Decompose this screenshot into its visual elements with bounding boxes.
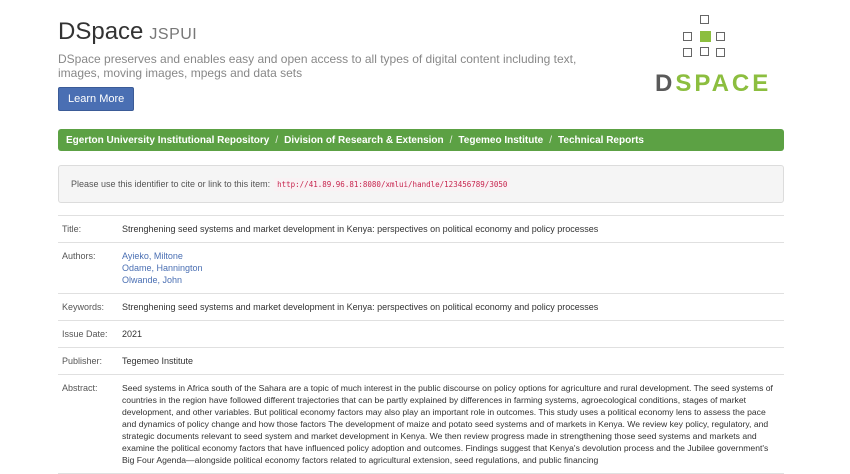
breadcrumb-separator: / [275, 134, 279, 146]
site-tagline: DSpace preserves and enables easy and op… [58, 52, 577, 80]
metadata-value: 2021 [122, 329, 143, 339]
breadcrumb: Egerton University Institutional Reposit… [58, 129, 784, 151]
logo-square-green-icon [700, 31, 711, 42]
site-title: DSpace JSPUI [58, 18, 618, 49]
metadata-row-publisher: Publisher: Tegemeo Institute [58, 348, 784, 375]
metadata-authors: Ayieko, Miltone Odame, Hannington Olwand… [122, 243, 784, 293]
metadata-value: Tegemeo Institute [122, 356, 194, 366]
site-title-text: DSpace [58, 18, 144, 45]
logo-square-icon [683, 32, 692, 41]
breadcrumb-item-repository[interactable]: Egerton University Institutional Reposit… [66, 135, 269, 146]
metadata-label: Issue Date: [62, 329, 108, 339]
cite-url[interactable]: http://41.89.96.81:8080/xmlui/handle/123… [274, 177, 511, 191]
metadata-row-keywords: Keywords: Strenghening seed systems and … [58, 294, 784, 321]
metadata-value: Strenghening seed systems and market dev… [122, 224, 599, 234]
breadcrumb-separator: / [449, 134, 453, 146]
dspace-logo[interactable]: DSPACE [655, 12, 768, 97]
logo-letter-d: D [655, 70, 676, 97]
breadcrumb-separator: / [549, 134, 553, 146]
author-link[interactable]: Odame, Hannington [122, 262, 778, 274]
logo-letters-space: SPACE [675, 70, 772, 97]
cite-identifier-box: Please use this identifier to cite or li… [58, 165, 784, 203]
logo-wordmark: DSPACE [655, 70, 771, 98]
author-link[interactable]: Olwande, John [122, 274, 778, 286]
breadcrumb-item-technical-reports[interactable]: Technical Reports [558, 135, 644, 146]
breadcrumb-item-division[interactable]: Division of Research & Extension [284, 135, 444, 146]
learn-more-button[interactable]: Learn More [58, 87, 135, 111]
metadata-label: Publisher: [62, 356, 103, 366]
logo-square-icon [700, 47, 709, 56]
metadata-table: Title: Strenghening seed systems and mar… [58, 215, 784, 474]
author-link[interactable]: Ayieko, Miltone [122, 250, 778, 262]
logo-square-icon [683, 48, 692, 57]
logo-square-icon [716, 32, 725, 41]
metadata-label: Abstract: [62, 383, 98, 393]
logo-square-icon [716, 48, 725, 57]
site-header: DSpace JSPUI DSpace preserves and enables… [58, 18, 618, 111]
site-subtitle: JSPUI [149, 26, 198, 43]
breadcrumb-item-institute[interactable]: Tegemeo Institute [458, 135, 543, 146]
logo-square-icon [700, 15, 709, 24]
metadata-label: Title: [62, 224, 82, 234]
metadata-row-issue-date: Issue Date: 2021 [58, 321, 784, 348]
metadata-row-authors: Authors: Ayieko, Miltone Odame, Hanningt… [58, 243, 784, 294]
metadata-abstract: Seed systems in Africa south of the Saha… [122, 383, 773, 465]
metadata-row-abstract: Abstract: Seed systems in Africa south o… [58, 375, 784, 474]
metadata-value: Strenghening seed systems and market dev… [122, 302, 599, 312]
cite-label: Please use this identifier to cite or li… [71, 179, 271, 189]
metadata-label: Keywords: [62, 302, 105, 312]
metadata-label: Authors: [62, 251, 96, 261]
metadata-row-title: Title: Strenghening seed systems and mar… [58, 216, 784, 243]
